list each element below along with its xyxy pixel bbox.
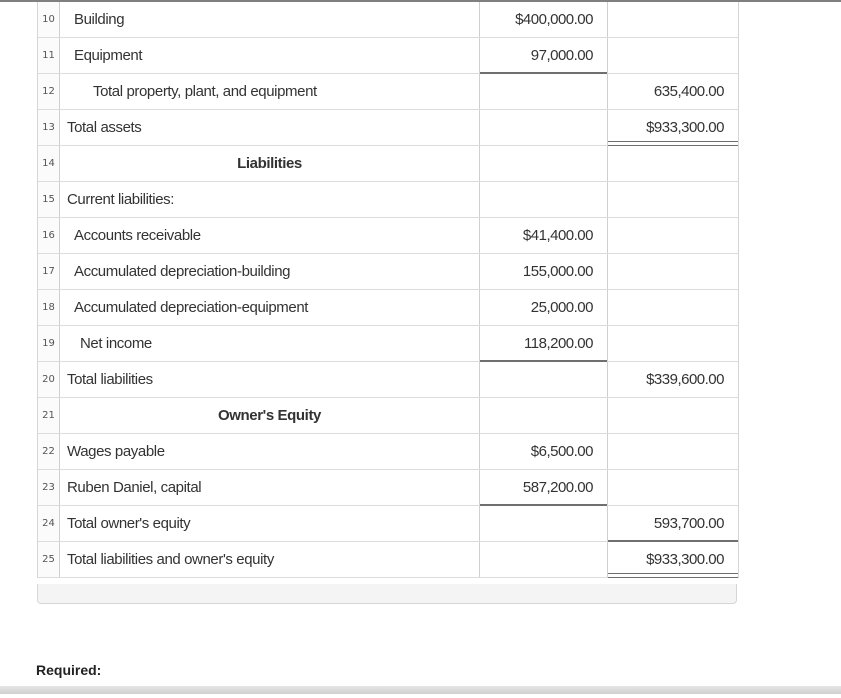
row-number: 19 (38, 326, 60, 361)
row-number: 12 (38, 74, 60, 109)
row-number: 15 (38, 182, 60, 217)
amount-cell-1[interactable] (480, 506, 608, 541)
row-label[interactable]: Accumulated depreciation-equipment (60, 290, 480, 325)
amount-cell-1[interactable] (480, 542, 608, 577)
balance-sheet-table: 10 Building $400,000.00 11 Equipment 97,… (37, 2, 739, 578)
amount-cell-2[interactable] (608, 434, 738, 469)
row-label[interactable]: Total assets (60, 110, 480, 145)
required-heading: Required: (36, 662, 102, 678)
amount-cell-2[interactable] (608, 398, 738, 433)
row-label[interactable]: Ruben Daniel, capital (60, 470, 480, 505)
table-row: 13 Total assets $933,300.00 (38, 110, 738, 146)
row-number: 11 (38, 38, 60, 73)
amount-cell-1[interactable] (480, 182, 608, 217)
amount-cell-1[interactable]: $6,500.00 (480, 434, 608, 469)
row-number: 16 (38, 218, 60, 253)
amount-cell-1[interactable]: 155,000.00 (480, 254, 608, 289)
section-heading-owners-equity[interactable]: Owner's Equity (60, 398, 480, 433)
table-row: 12 Total property, plant, and equipment … (38, 74, 738, 110)
amount-cell-1[interactable]: 118,200.00 (480, 326, 608, 362)
row-number: 13 (38, 110, 60, 145)
table-row: 23 Ruben Daniel, capital 587,200.00 (38, 470, 738, 506)
amount-cell-1[interactable]: 587,200.00 (480, 470, 608, 506)
table-row: 21 Owner's Equity (38, 398, 738, 434)
row-label[interactable]: Total liabilities and owner's equity (60, 542, 480, 577)
row-label[interactable]: Accumulated depreciation-building (60, 254, 480, 289)
amount-cell-2[interactable] (608, 254, 738, 289)
table-row: 15 Current liabilities: (38, 182, 738, 218)
row-number: 21 (38, 398, 60, 433)
table-row: 25 Total liabilities and owner's equity … (38, 542, 738, 578)
row-label[interactable]: Current liabilities: (60, 182, 480, 217)
amount-cell-2[interactable]: $933,300.00 (608, 110, 738, 146)
row-number: 10 (38, 2, 60, 37)
amount-cell-2[interactable] (608, 2, 738, 37)
amount-cell-1[interactable] (480, 362, 608, 397)
table-row: 18 Accumulated depreciation-equipment 25… (38, 290, 738, 326)
row-label[interactable]: Equipment (60, 38, 480, 73)
amount-cell-2[interactable] (608, 326, 738, 361)
row-number: 23 (38, 470, 60, 505)
row-number: 17 (38, 254, 60, 289)
row-number: 24 (38, 506, 60, 541)
amount-cell-2[interactable]: 593,700.00 (608, 506, 738, 542)
amount-cell-1[interactable] (480, 398, 608, 433)
amount-cell-2[interactable] (608, 218, 738, 253)
amount-cell-2[interactable] (608, 470, 738, 505)
table-row: 14 Liabilities (38, 146, 738, 182)
amount-cell-2[interactable] (608, 146, 738, 181)
amount-cell-1[interactable] (480, 110, 608, 145)
row-number: 25 (38, 542, 60, 577)
amount-cell-1[interactable]: 25,000.00 (480, 290, 608, 325)
table-row: 11 Equipment 97,000.00 (38, 38, 738, 74)
amount-cell-2[interactable] (608, 38, 738, 73)
table-footer (37, 584, 737, 604)
table-row: 19 Net income 118,200.00 (38, 326, 738, 362)
row-label[interactable]: Total owner's equity (60, 506, 480, 541)
table-row: 20 Total liabilities $339,600.00 (38, 362, 738, 398)
row-number: 20 (38, 362, 60, 397)
amount-cell-2[interactable]: $933,300.00 (608, 542, 738, 578)
amount-cell-1[interactable] (480, 74, 608, 109)
row-number: 18 (38, 290, 60, 325)
row-label[interactable]: Total liabilities (60, 362, 480, 397)
amount-cell-1[interactable]: $400,000.00 (480, 2, 608, 37)
row-label[interactable]: Total property, plant, and equipment (60, 74, 480, 109)
amount-cell-1[interactable]: 97,000.00 (480, 38, 608, 74)
table-row: 24 Total owner's equity 593,700.00 (38, 506, 738, 542)
amount-cell-2[interactable]: 635,400.00 (608, 74, 738, 109)
bottom-border (0, 686, 841, 694)
row-label[interactable]: Wages payable (60, 434, 480, 469)
amount-cell-2[interactable] (608, 290, 738, 325)
amount-cell-2[interactable]: $339,600.00 (608, 362, 738, 397)
amount-cell-2[interactable] (608, 182, 738, 217)
row-number: 22 (38, 434, 60, 469)
table-row: 16 Accounts receivable $41,400.00 (38, 218, 738, 254)
section-heading-liabilities[interactable]: Liabilities (60, 146, 480, 181)
amount-cell-1[interactable] (480, 146, 608, 181)
table-row: 22 Wages payable $6,500.00 (38, 434, 738, 470)
table-row: 17 Accumulated depreciation-building 155… (38, 254, 738, 290)
row-label[interactable]: Accounts receivable (60, 218, 480, 253)
amount-cell-1[interactable]: $41,400.00 (480, 218, 608, 253)
row-number: 14 (38, 146, 60, 181)
row-label[interactable]: Net income (60, 326, 480, 361)
row-label[interactable]: Building (60, 2, 480, 37)
table-row: 10 Building $400,000.00 (38, 2, 738, 38)
